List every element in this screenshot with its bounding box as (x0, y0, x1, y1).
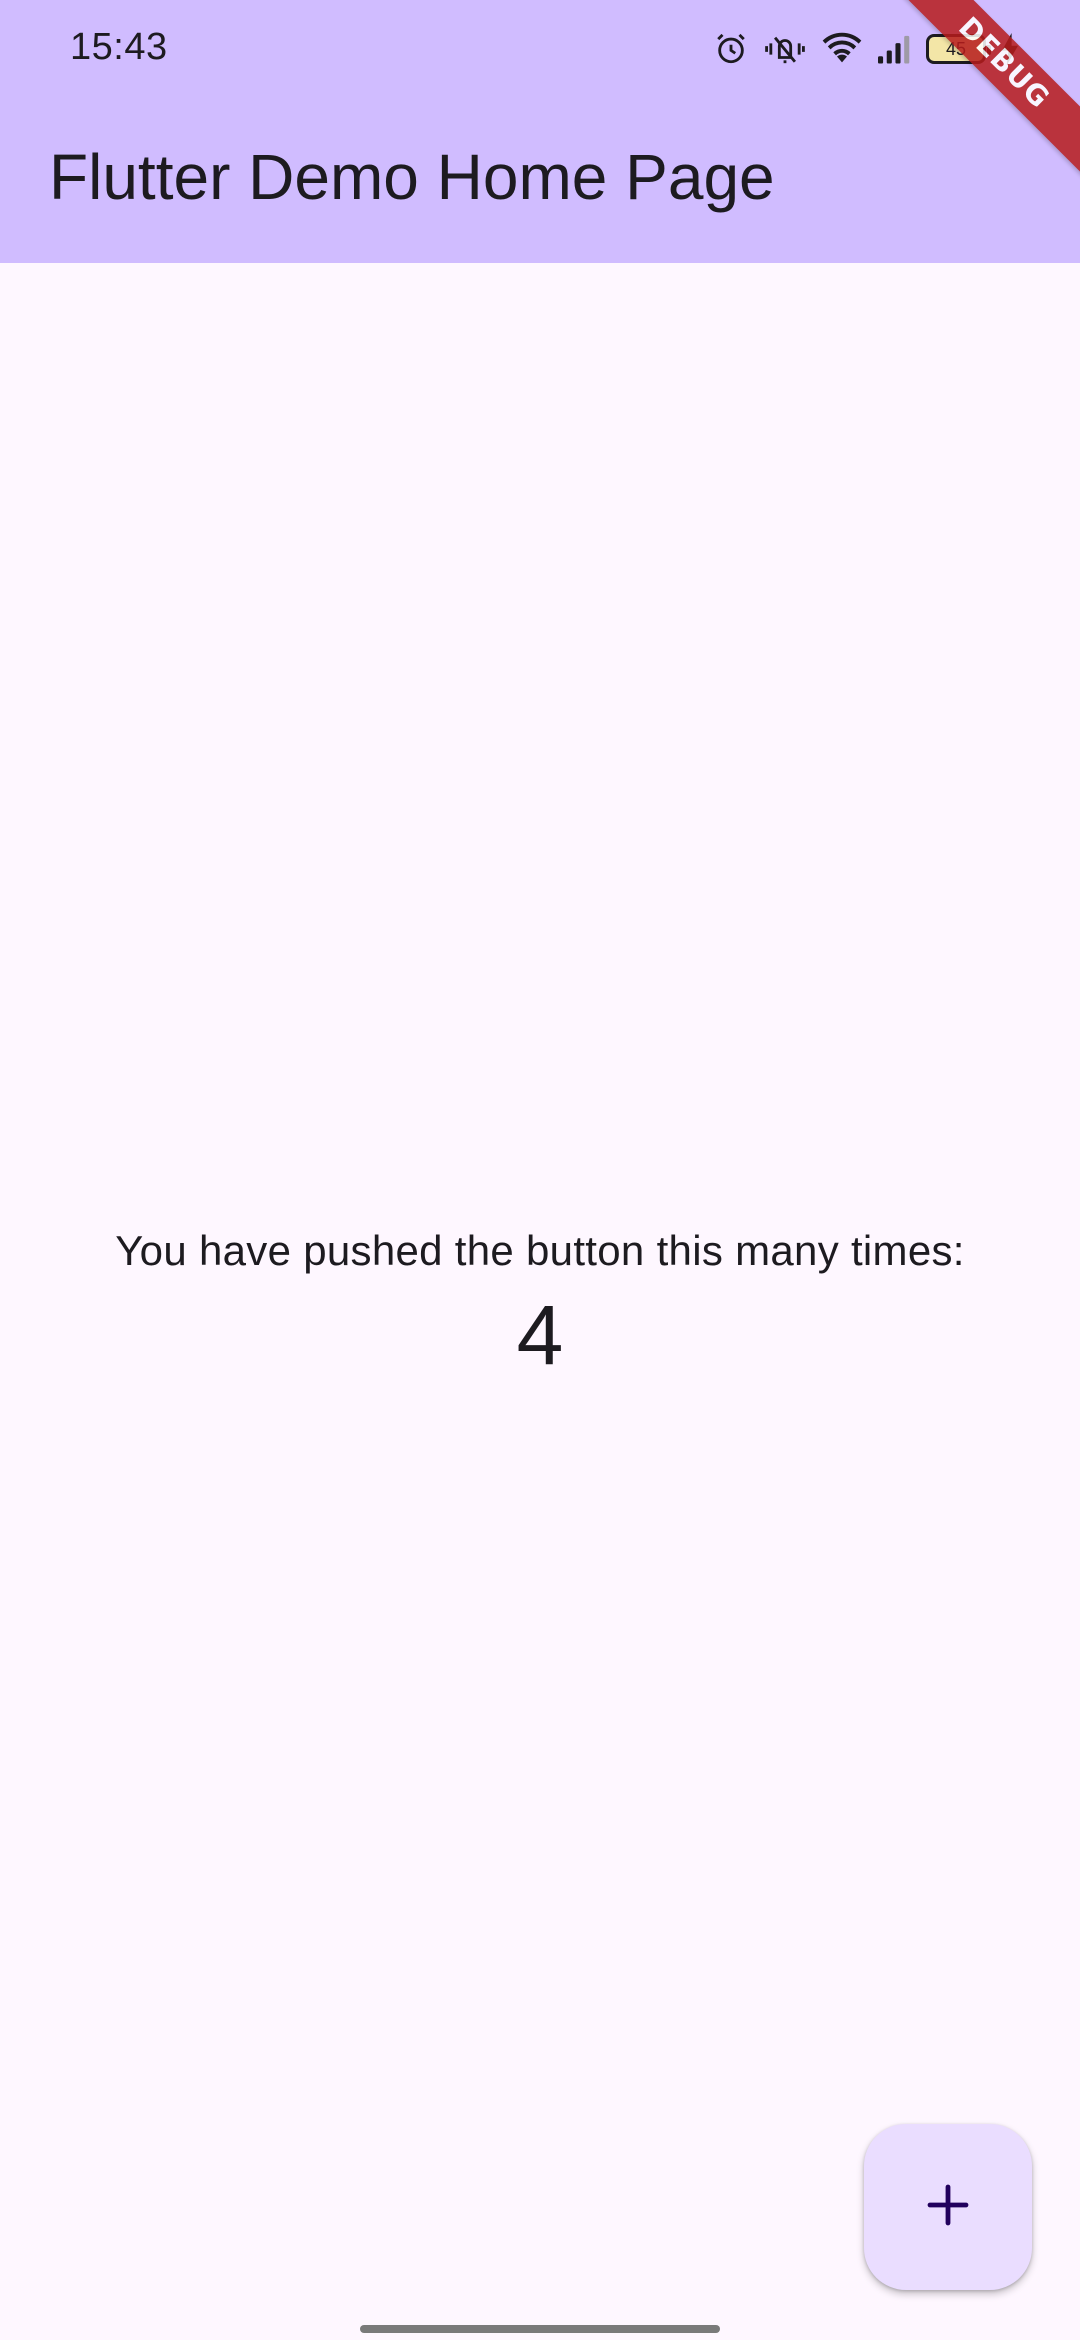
counter-value: 4 (516, 1288, 564, 1382)
alarm-icon (714, 32, 748, 66)
wifi-icon (822, 32, 862, 66)
vibrate-icon (762, 32, 808, 66)
home-indicator[interactable] (360, 2325, 720, 2333)
increment-button[interactable] (864, 2124, 1032, 2290)
status-bar: 15:43 (0, 0, 1080, 96)
status-time: 15:43 (70, 26, 168, 68)
plus-icon (924, 2181, 972, 2234)
main-content: You have pushed the button this many tim… (0, 263, 1080, 2340)
signal-icon (876, 33, 912, 65)
page-title: Flutter Demo Home Page (49, 141, 775, 213)
counter-message: You have pushed the button this many tim… (115, 1227, 965, 1274)
app-bar: 15:43 Flutter Demo Home Page (0, 0, 1080, 263)
